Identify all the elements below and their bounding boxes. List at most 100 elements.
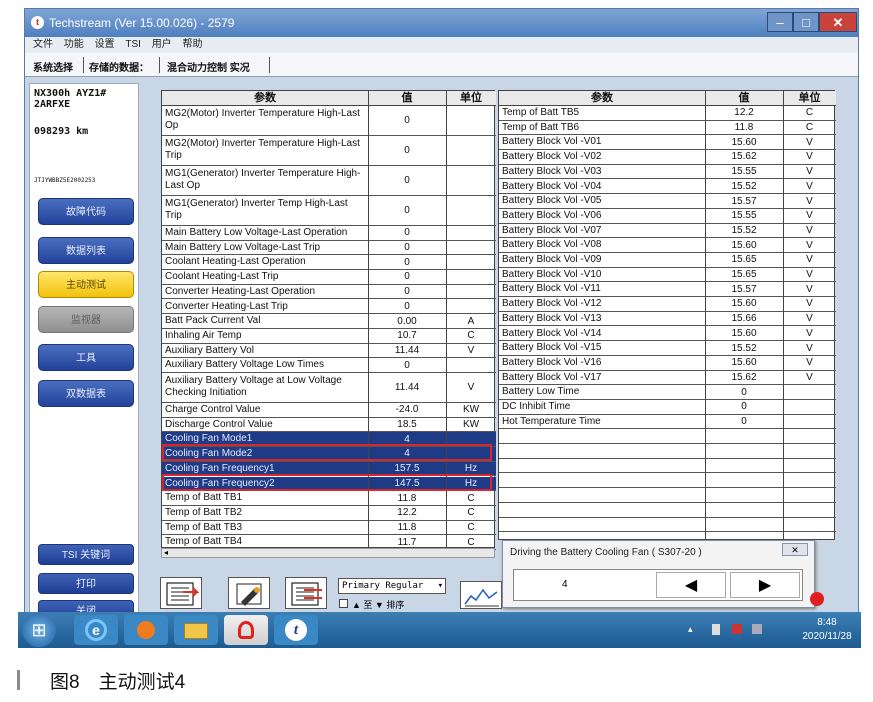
value-cell: 0.00 [397,315,417,327]
menu-user[interactable]: 用户 [152,37,172,53]
sort-arrows-icon [291,582,322,606]
table-row[interactable]: Temp of Batt TB6 11.8 C [499,121,836,136]
value-cell: 0 [404,286,410,298]
table-row[interactable]: Battery Block Vol -V08 15.60 V [499,238,836,253]
taskbar-explorer[interactable] [174,615,218,645]
table-row[interactable]: Battery Block Vol -V11 15.57 V [499,282,836,298]
param-cell: Battery Block Vol -V15 [502,342,602,354]
empty-row [499,429,836,445]
table-row[interactable]: Battery Low Time 0 [499,385,836,400]
param-cell: Charge Control Value [165,404,261,415]
value-cell: 0 [404,359,410,371]
decrease-button[interactable]: ◀ [656,572,726,598]
increase-button[interactable]: ▶ [730,572,800,598]
param-cell: MG2(Motor) Inverter Temperature High-Las… [165,108,360,131]
clock-time[interactable]: 8:48 [796,617,858,628]
record-data-button[interactable] [160,577,202,609]
unit-cell: C [467,521,475,533]
sort-checkbox[interactable] [339,599,348,608]
current-system-label: 混合动力控制 实况 [167,63,250,74]
stored-data-link[interactable]: 存储的数据： [89,59,149,74]
nav-active-test-button[interactable]: 主动测试 [38,271,134,298]
menu-settings[interactable]: 设置 [95,37,115,53]
param-cell: Converter Heating-Last Trip [165,300,288,312]
volume-icon[interactable] [752,624,762,634]
tray-arrow-icon[interactable]: ▴ [688,624,693,635]
battery-icon[interactable] [712,624,720,635]
taskbar-media[interactable] [124,615,168,645]
nav-monitor-button: 监视器 [38,306,134,333]
network-icon[interactable] [732,624,742,634]
dialog-close-button[interactable]: ✕ [782,543,808,556]
print-button[interactable]: 打印 [38,573,134,594]
value-cell: 15.60 [731,327,757,339]
unit-cell: V [806,224,813,236]
table-row[interactable]: Battery Block Vol -V01 15.60 V [499,135,836,151]
value-cell: 0 [741,401,747,413]
table-row[interactable]: Battery Block Vol -V03 15.55 V [499,165,836,180]
param-cell: Converter Heating-Last Operation [165,285,316,297]
tsi-keyword-button[interactable]: TSI 关键词 [38,544,134,565]
table-row[interactable]: Hot Temperature Time 0 [499,415,836,430]
param-cell: Battery Block Vol -V07 [502,224,602,236]
status-indicator [810,592,824,606]
close-window-button[interactable]: ✕ [819,12,857,32]
table-row[interactable]: Battery Block Vol -V10 15.65 V [499,268,836,283]
graph-button[interactable] [460,581,502,609]
start-button[interactable]: ⊞ [22,613,56,647]
table-row[interactable]: Battery Block Vol -V12 15.60 V [499,297,836,312]
param-cell: Battery Block Vol -V09 [502,254,602,265]
flashlight-icon [236,583,262,606]
taskbar-ie[interactable]: e [74,615,118,645]
empty-row [499,474,836,489]
param-cell: Temp of Batt TB4 [165,536,243,548]
minimize-button[interactable]: – [767,12,793,32]
nav-data-list-button[interactable]: 数据列表 [38,237,134,264]
horizontal-scrollbar[interactable]: ◂ [161,548,495,558]
table-row[interactable]: Battery Block Vol -V06 15.55 V [499,209,836,224]
value-cell: 12.2 [734,107,754,119]
menu-tsi[interactable]: TSI [125,37,141,53]
menu-help[interactable]: 帮助 [182,37,202,53]
table-row[interactable]: Battery Block Vol -V04 15.52 V [499,180,836,195]
table-row[interactable]: Battery Block Vol -V09 15.65 V [499,253,836,268]
table-row[interactable]: Battery Block Vol -V14 15.60 V [499,327,836,342]
param-cell: Temp of Batt TB1 [165,492,243,504]
table-row[interactable]: Battery Block Vol -V13 15.66 V [499,312,836,327]
nav-utility-button[interactable]: 工具 [38,344,134,371]
scroll-left-icon[interactable]: ◂ [164,548,168,557]
table-row[interactable]: Temp of Batt TB5 12.2 C [499,106,836,121]
menu-file[interactable]: 文件 [33,37,53,53]
toolbar-divider [83,57,84,73]
taskbar-techstream[interactable]: t [274,615,318,645]
system-select-link[interactable]: 系统选择 [33,59,73,74]
column-header-param: 参数 [162,91,368,106]
param-cell: Inhaling Air Temp [165,329,242,341]
table-row[interactable]: DC Inhibit Time 0 [499,400,836,415]
highlight-box-fan-mode2 [162,444,492,461]
nav-dtc-button[interactable]: 故障代码 [38,198,134,225]
table-row[interactable]: Battery Block Vol -V16 15.60 V [499,356,836,371]
scissors-icon [238,621,254,639]
value-cell: 11.8 [397,521,417,533]
nav-dual-data-button[interactable]: 双数据表 [38,380,134,407]
menu-function[interactable]: 功能 [64,37,84,53]
table-row[interactable]: Battery Block Vol -V07 15.52 V [499,224,836,239]
table-row[interactable]: Battery Block Vol -V17 15.62 V [499,371,836,386]
value-cell: -24.0 [395,404,419,416]
clock-date[interactable]: 2020/11/28 [796,631,858,642]
table-row[interactable]: Battery Block Vol -V02 15.62 V [499,150,836,165]
title-bar[interactable]: t Techstream (Ver 15.00.026) - 2579 – □ … [25,9,858,37]
empty-row [499,459,836,474]
unit-cell: V [806,327,813,339]
sort-button[interactable] [285,577,327,609]
taskbar-snipping[interactable] [224,615,268,645]
graph-icon [464,588,499,607]
table-row[interactable]: Battery Block Vol -V05 15.57 V [499,194,836,209]
snapshot-button[interactable] [228,577,270,609]
unit-cell: A [467,315,475,327]
primary-regular-select[interactable]: Primary Regular ▾ [338,578,446,594]
maximize-button[interactable]: □ [793,12,819,32]
param-cell: Auxiliary Battery Voltage Low Times [165,359,324,371]
table-row[interactable]: Battery Block Vol -V15 15.52 V [499,341,836,356]
